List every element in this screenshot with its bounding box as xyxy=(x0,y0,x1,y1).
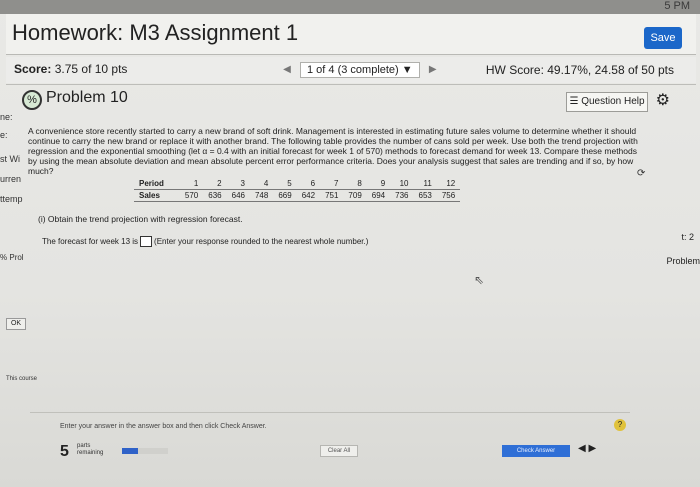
parts-label-1: parts xyxy=(77,443,91,449)
part-navigation: ◀ ▶ xyxy=(578,443,596,454)
table-cell: 1 xyxy=(179,178,204,190)
part-i-instruction: (i) Obtain the trend projection with reg… xyxy=(38,214,243,224)
table-cell: 4 xyxy=(249,178,274,190)
chevron-right-icon[interactable]: ▶ xyxy=(588,443,596,454)
forecast-line: The forecast for week 13 is (Enter your … xyxy=(42,236,368,247)
table-header-period: Period xyxy=(134,178,180,190)
table-cell: 10 xyxy=(390,178,414,190)
problem-title: Problem 10 xyxy=(46,89,128,106)
ok-button[interactable]: OK xyxy=(6,318,26,330)
table-cell: 570 xyxy=(179,189,204,202)
refresh-icon[interactable]: ⟳ xyxy=(637,168,645,179)
chevron-left-icon[interactable]: ◀ xyxy=(578,443,586,454)
question-select-label: 1 of 4 (3 complete) xyxy=(307,64,399,76)
question-text: A convenience store recently started to … xyxy=(28,126,638,176)
mouse-cursor-icon: ⇖ xyxy=(474,273,485,287)
question-select[interactable]: 1 of 4 (3 complete) ▼ xyxy=(300,62,420,78)
table-header-sales: Sales xyxy=(134,189,180,202)
forecast-answer-input[interactable] xyxy=(140,236,153,247)
table-cell: 9 xyxy=(366,178,391,190)
forecast-suffix: (Enter your response rounded to the near… xyxy=(154,237,369,246)
page-title: Homework: M3 Assignment 1 xyxy=(12,20,299,45)
table-cell: 3 xyxy=(226,178,250,190)
score-text: Score: 3.75 of 10 pts xyxy=(14,62,127,76)
table-cell: 709 xyxy=(343,189,367,202)
bottom-bar: Enter your answer in the answer box and … xyxy=(30,412,630,463)
parts-remaining-label: parts remaining xyxy=(77,443,103,457)
table-cell: 5 xyxy=(273,178,297,190)
table-cell: 646 xyxy=(226,189,250,202)
table-cell: 669 xyxy=(273,189,297,202)
this-course-text: This course xyxy=(6,376,38,382)
browser-corner-text: 5 PM xyxy=(664,0,690,12)
sales-table: Period 1 2 3 4 5 6 7 8 9 10 11 12 Sales … xyxy=(134,178,461,202)
gear-icon[interactable]: ⚙ xyxy=(656,90,670,110)
chevron-right-icon[interactable]: ▶ xyxy=(426,63,440,77)
score-value: 3.75 of 10 pts xyxy=(54,62,128,76)
table-cell: 2 xyxy=(203,178,227,190)
clear-all-button[interactable]: Clear All xyxy=(320,445,358,457)
score-label: Score: xyxy=(14,62,52,76)
forecast-prefix: The forecast for week 13 is xyxy=(42,237,139,246)
table-cell: 751 xyxy=(320,189,344,202)
table-cell: 642 xyxy=(296,189,321,202)
enter-answer-instruction: Enter your answer in the answer box and … xyxy=(60,423,267,430)
left-text-4: urren xyxy=(0,174,22,184)
problem-bar: % Problem 10 ☰ Question Help ⚙ xyxy=(6,84,696,113)
left-prol-text: % Prol xyxy=(0,253,24,262)
table-cell: 653 xyxy=(413,189,437,202)
table-cell: 694 xyxy=(366,189,391,202)
table-row: Period 1 2 3 4 5 6 7 8 9 10 11 12 xyxy=(134,178,461,190)
table-cell: 636 xyxy=(203,189,227,202)
prol-label: Prol xyxy=(9,253,24,262)
check-answer-button[interactable]: Check Answer xyxy=(502,445,570,457)
score-bar: Score: 3.75 of 10 pts ◀ 1 of 4 (3 comple… xyxy=(6,57,696,83)
browser-top-strip: 5 PM xyxy=(0,0,700,14)
help-icon[interactable]: ? xyxy=(614,419,626,431)
parts-progress-bar xyxy=(122,448,168,454)
question-help-button[interactable]: ☰ Question Help xyxy=(566,92,648,112)
table-cell: 756 xyxy=(436,189,461,202)
table-cell: 11 xyxy=(413,178,437,190)
left-text-5: ttemp xyxy=(0,194,23,204)
parts-label-2: remaining xyxy=(77,450,104,456)
page: 5 PM Homework: M3 Assignment 1 Save Scor… xyxy=(0,0,700,487)
left-text-3: st Wi xyxy=(0,154,20,164)
prol-icon: % xyxy=(0,253,8,262)
table-cell: 736 xyxy=(390,189,414,202)
left-text-2: e: xyxy=(0,130,8,140)
question-help-label: Question Help xyxy=(581,96,645,107)
table-cell: 8 xyxy=(343,178,367,190)
hw-score: HW Score: 49.17%, 24.58 of 50 pts xyxy=(485,63,674,77)
table-cell: 6 xyxy=(296,178,321,190)
table-row: Sales 570 636 646 748 669 642 751 709 69… xyxy=(134,189,461,202)
parts-remaining-count: 5 xyxy=(60,443,69,460)
table-cell: 748 xyxy=(249,189,274,202)
parts-progress-fill xyxy=(122,448,139,454)
table-cell: 12 xyxy=(436,178,461,190)
question-pager: ◀ 1 of 4 (3 complete) ▼ ▶ xyxy=(280,61,440,79)
left-text-1: ne: xyxy=(0,112,13,122)
save-button[interactable]: Save xyxy=(644,27,682,49)
table-cell: 7 xyxy=(320,178,344,190)
chevron-left-icon[interactable]: ◀ xyxy=(280,63,294,77)
right-side-note: t: 2 xyxy=(681,232,694,242)
right-side-problem: Problem xyxy=(666,256,700,266)
title-bar: Homework: M3 Assignment 1 Save xyxy=(6,14,696,55)
